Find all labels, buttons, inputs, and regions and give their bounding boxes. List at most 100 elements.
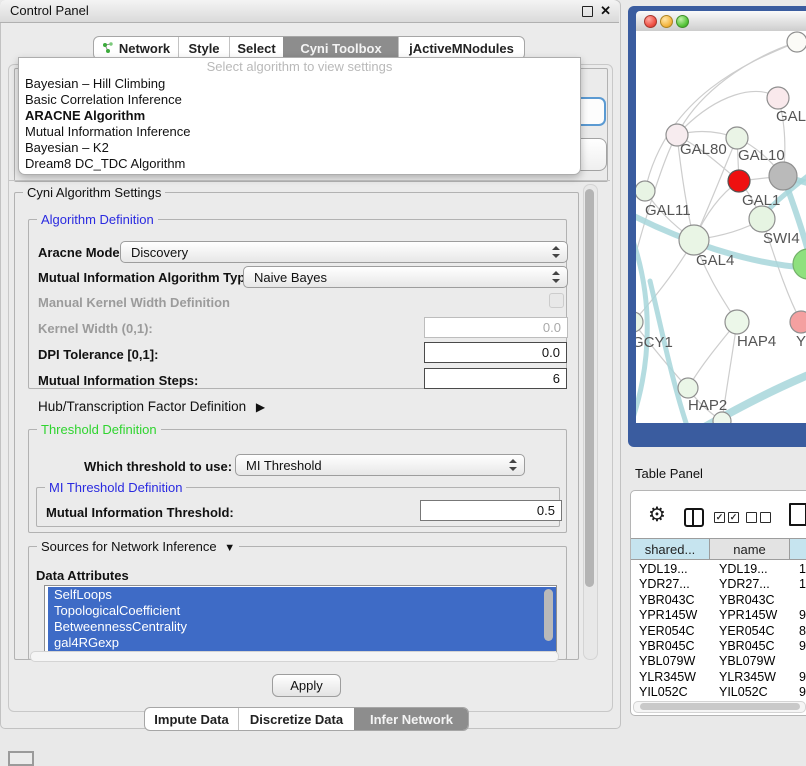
- network-window-titlebar[interactable]: [636, 11, 806, 32]
- list-item[interactable]: BetweennessCentrality: [48, 619, 556, 635]
- node-label: GCY1: [636, 334, 673, 351]
- kernel-width-label: Kernel Width (0,1):: [38, 321, 153, 336]
- table-panel-title: Table Panel: [635, 466, 703, 481]
- close-icon[interactable]: ✕: [600, 3, 611, 19]
- settings-scrollbar-thumb[interactable]: [585, 189, 594, 587]
- table-row[interactable]: YIL052C YIL052C 9.: [631, 685, 806, 699]
- mi-threshold-field[interactable]: 0.5: [420, 500, 562, 521]
- list-item[interactable]: gal4RGexp: [48, 635, 556, 651]
- node-label: HAP2: [688, 397, 727, 414]
- tab-infer-network[interactable]: Infer Network: [354, 708, 468, 730]
- mi-type-label: Mutual Information Algorithm Type:: [38, 270, 257, 285]
- control-panel-title: Control Panel: [10, 3, 89, 18]
- manual-kernel-label: Manual Kernel Width Definition: [38, 295, 230, 310]
- node-hap4[interactable]: [725, 310, 749, 334]
- list-item[interactable]: TopologicalCoefficient: [48, 603, 556, 619]
- table-row[interactable]: YPR145W YPR145W 9.: [631, 608, 806, 623]
- node-label: GAL10: [738, 147, 785, 164]
- dropdown-item[interactable]: Bayesian – K2: [19, 140, 580, 156]
- tab-network[interactable]: Network: [94, 37, 178, 59]
- zoom-traffic-light-icon[interactable]: [676, 15, 689, 28]
- tab-select[interactable]: Select: [229, 37, 283, 59]
- mi-algorithm-type-select[interactable]: Naive Bayes: [243, 266, 568, 288]
- stepper-icon: [509, 459, 517, 471]
- table-row[interactable]: YBL079W YBL079W: [631, 654, 806, 669]
- network-view-canvas[interactable]: GAL GAL80 GAL10 GAL1 GAL11 SWI4 GAL4 GCY…: [636, 31, 806, 423]
- aracne-mode-select[interactable]: Discovery: [120, 241, 568, 263]
- node-swi4[interactable]: [749, 206, 775, 232]
- select-all-icon[interactable]: ✓✓: [714, 512, 742, 527]
- node-gal11[interactable]: [636, 181, 655, 201]
- minimize-traffic-light-icon[interactable]: [660, 15, 673, 28]
- node-gray[interactable]: [769, 162, 797, 190]
- node-green-right[interactable]: [793, 249, 806, 279]
- float-window-icon[interactable]: [582, 6, 593, 17]
- column-header-name[interactable]: name: [710, 538, 790, 560]
- tab-style[interactable]: Style: [178, 37, 229, 59]
- data-attributes-label: Data Attributes: [36, 568, 129, 583]
- node-gal4[interactable]: [679, 225, 709, 255]
- table-row[interactable]: YER054C YER054C 8.: [631, 624, 806, 639]
- deselect-all-icon[interactable]: [746, 512, 774, 527]
- data-attributes-list: SelfLoops TopologicalCoefficient Between…: [44, 585, 557, 653]
- control-panel-titlebar: Control Panel ✕: [0, 0, 619, 23]
- apply-button[interactable]: Apply: [272, 674, 341, 697]
- column-header-cut[interactable]: [790, 538, 806, 560]
- tab-network-label: Network: [119, 41, 170, 56]
- dropdown-item[interactable]: Bayesian – Hill Climbing: [19, 76, 580, 92]
- table-row[interactable]: YDR27... YDR27... 12: [631, 577, 806, 592]
- tab-impute-data[interactable]: Impute Data: [145, 708, 238, 730]
- which-threshold-select[interactable]: MI Threshold: [235, 454, 525, 476]
- split-columns-icon[interactable]: [684, 508, 704, 527]
- close-traffic-light-icon[interactable]: [644, 15, 657, 28]
- node-label: GAL: [776, 108, 806, 125]
- node-label: HAP4: [737, 333, 776, 350]
- node-label: GAL80: [680, 141, 727, 158]
- node-gal-cut[interactable]: [767, 87, 789, 109]
- document-icon[interactable]: [789, 503, 806, 526]
- node-label: Y: [796, 333, 806, 350]
- node-hap2[interactable]: [678, 378, 698, 398]
- dpi-tolerance-label: DPI Tolerance [0,1]:: [38, 347, 158, 362]
- table-horizontal-scrollbar-thumb[interactable]: [640, 703, 800, 710]
- settings-separator: [9, 180, 610, 181]
- tab-discretize-data[interactable]: Discretize Data: [238, 708, 354, 730]
- tab-cyni-toolbox[interactable]: Cyni Toolbox: [283, 37, 398, 59]
- settings-scrollbar[interactable]: [583, 184, 598, 660]
- node-label: GAL1: [742, 192, 780, 209]
- which-threshold-label: Which threshold to use:: [84, 459, 232, 474]
- dropdown-item-selected[interactable]: ARACNE Algorithm: [19, 108, 580, 124]
- dpi-tolerance-field[interactable]: 0.0: [424, 342, 567, 363]
- list-scrollbar-thumb[interactable]: [544, 589, 553, 641]
- tab-jactivemnodules[interactable]: jActiveMNodules: [398, 37, 524, 59]
- algorithm-dropdown-popup: Select algorithm to view settings Bayesi…: [18, 57, 581, 175]
- threshold-definition-title: Threshold Definition: [37, 422, 161, 437]
- hub-definition-toggle[interactable]: Hub/Transcription Factor Definition ▶: [38, 399, 265, 414]
- node-gal10[interactable]: [726, 127, 748, 149]
- table-row[interactable]: YBR045C YBR045C 9.: [631, 639, 806, 654]
- aracne-mode-label: Aracne Mode:: [38, 245, 124, 260]
- table-row[interactable]: YDL19... YDL19... 13: [631, 562, 806, 577]
- screenshot-root: { "colors": { "selection_blue": "#3e6bc6…: [0, 0, 806, 762]
- stepper-icon: [552, 246, 560, 258]
- algorithm-definition-title: Algorithm Definition: [37, 212, 158, 227]
- mi-threshold-label: Mutual Information Threshold:: [46, 505, 234, 520]
- node-gcy1[interactable]: [636, 312, 643, 332]
- dropdown-item[interactable]: Dream8 DC_TDC Algorithm: [19, 156, 580, 172]
- node-label: SWI4: [763, 230, 800, 247]
- list-item[interactable]: SelfLoops: [48, 587, 556, 603]
- node-gal1-selected-red[interactable]: [728, 170, 750, 192]
- gear-icon[interactable]: ⚙: [648, 502, 666, 527]
- node-y-cut[interactable]: [790, 311, 806, 333]
- sources-group-toggle[interactable]: Sources for Network Inference ▼: [37, 539, 239, 554]
- list-horizontal-scrollbar[interactable]: [30, 651, 559, 662]
- table-row[interactable]: YBR043C YBR043C: [631, 593, 806, 608]
- node-unlabeled-top[interactable]: [787, 32, 806, 52]
- dropdown-item[interactable]: Mutual Information Inference: [19, 124, 580, 140]
- table-horizontal-scrollbar[interactable]: [633, 701, 806, 713]
- column-header-shared-name[interactable]: shared...: [631, 538, 710, 560]
- mi-steps-field[interactable]: 6: [424, 368, 567, 389]
- dropdown-item[interactable]: Basic Correlation Inference: [19, 92, 580, 108]
- collapsed-panel-grip[interactable]: [8, 751, 34, 766]
- table-row[interactable]: YLR345W YLR345W 9.: [631, 670, 806, 685]
